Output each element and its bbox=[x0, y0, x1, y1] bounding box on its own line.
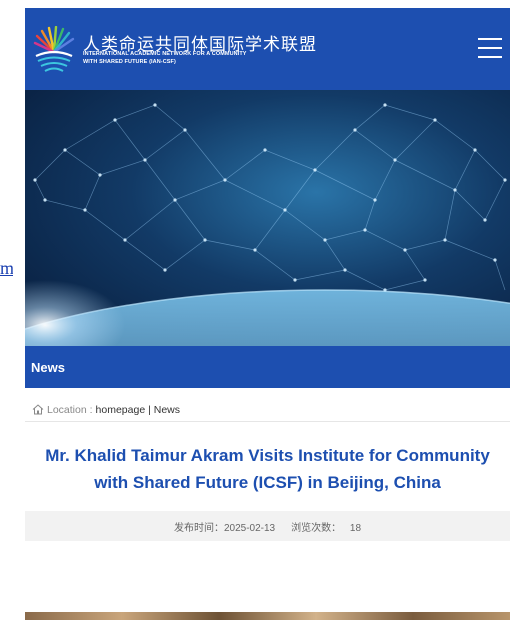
breadcrumb: Location : homepage | News bbox=[25, 388, 510, 422]
home-icon[interactable] bbox=[32, 404, 44, 415]
breadcrumb-label: Location : bbox=[47, 403, 93, 416]
view-count: 浏览次数： 18 bbox=[291, 519, 361, 534]
hero-banner bbox=[25, 90, 510, 346]
site-subtitle-line2: WITH SHARED FUTURE (IAN-CSF) bbox=[83, 59, 176, 65]
publish-date: 发布时间：2025-02-13 bbox=[173, 522, 276, 534]
site-header: 人类命运共同体国际学术联盟 INTERNATIONAL ACADEMIC NET… bbox=[25, 8, 510, 90]
section-header-news: News bbox=[25, 346, 510, 388]
hamburger-menu-icon[interactable] bbox=[478, 38, 502, 60]
view-count-label: 浏览次数： bbox=[291, 522, 342, 534]
article-meta: 发布时间：2025-02-13 浏览次数： 18 bbox=[25, 511, 510, 541]
sunburst-logo-icon[interactable] bbox=[33, 26, 75, 74]
breadcrumb-path[interactable]: homepage | News bbox=[96, 404, 180, 416]
side-link[interactable]: m bbox=[0, 258, 13, 278]
article-image bbox=[25, 612, 510, 620]
network-illustration bbox=[25, 103, 510, 346]
view-count-value: 18 bbox=[349, 522, 362, 534]
page: 人类命运共同体国际学术联盟 INTERNATIONAL ACADEMIC NET… bbox=[25, 8, 510, 620]
article-title: Mr. Khalid Taimur Akram Visits Institute… bbox=[45, 446, 490, 492]
site-subtitle-line1: INTERNATIONAL ACADEMIC NETWORK FOR A COM… bbox=[83, 51, 247, 57]
